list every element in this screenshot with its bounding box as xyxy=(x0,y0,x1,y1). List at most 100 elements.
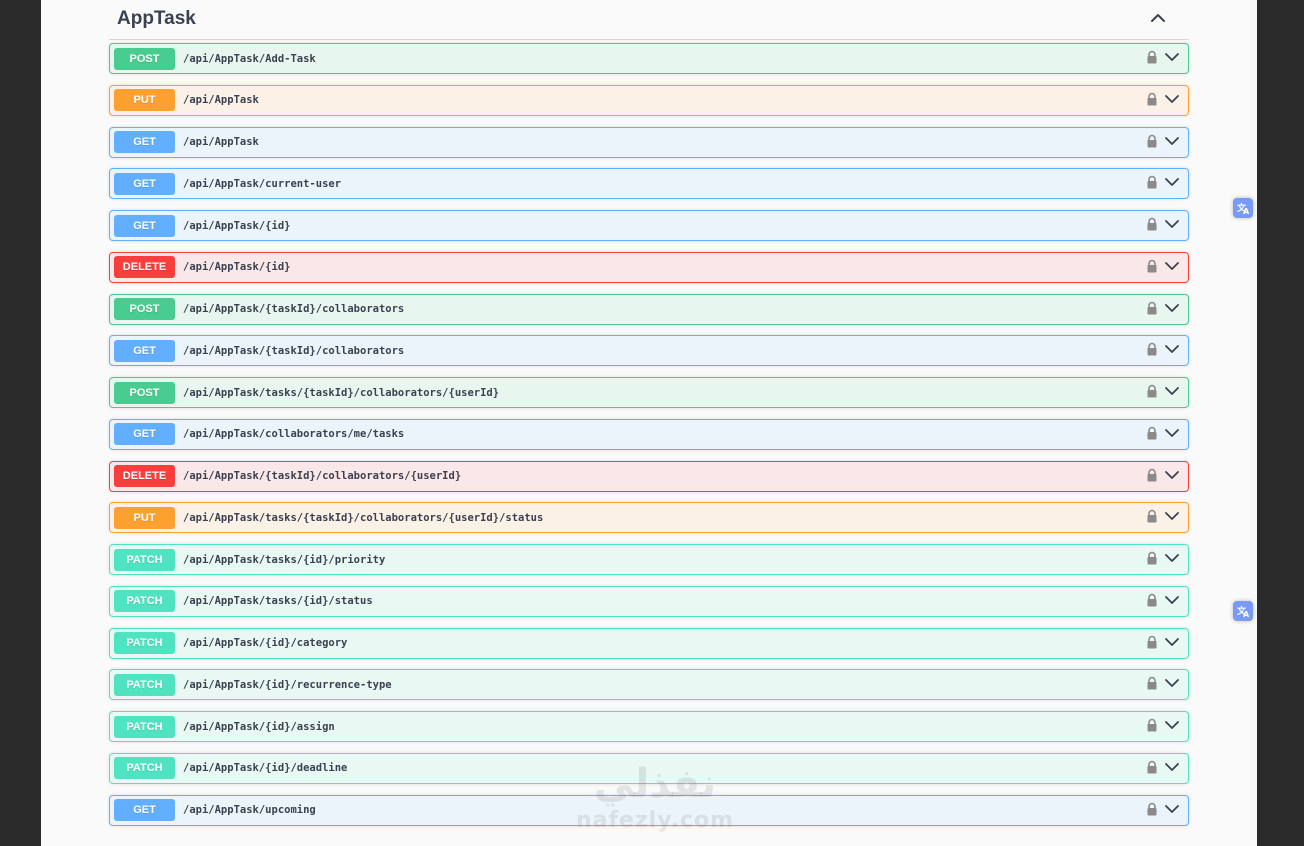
chevron-down-icon[interactable] xyxy=(1164,636,1180,648)
chevron-down-icon[interactable] xyxy=(1164,135,1180,147)
operation-row-4[interactable]: GET/api/AppTask/{id} xyxy=(109,210,1189,241)
translate-icon[interactable]: 文 A xyxy=(1233,601,1253,621)
chevron-down-icon[interactable] xyxy=(1164,260,1180,272)
chevron-down-icon[interactable] xyxy=(1164,343,1180,355)
operation-path: /api/AppTask/{id}/category xyxy=(183,637,348,649)
operation-controls xyxy=(1146,384,1180,398)
operation-controls xyxy=(1146,676,1180,690)
method-badge: PUT xyxy=(114,89,175,112)
operation-path: /api/AppTask/tasks/{id}/status xyxy=(183,595,373,608)
lock-icon[interactable] xyxy=(1146,426,1158,440)
method-badge: POST xyxy=(114,298,175,320)
operation-controls xyxy=(1146,802,1180,816)
operation-path: /api/AppTask/tasks/{id}/priority xyxy=(183,553,386,566)
operation-row-5[interactable]: DELETE/api/AppTask/{id} xyxy=(109,251,1189,283)
chevron-down-icon[interactable] xyxy=(1164,51,1180,63)
chevron-down-icon[interactable] xyxy=(1164,510,1180,522)
method-badge: GET xyxy=(114,214,175,237)
lock-icon[interactable] xyxy=(1146,802,1158,816)
chevron-down-icon[interactable] xyxy=(1164,761,1180,773)
chevron-down-icon[interactable] xyxy=(1164,719,1180,731)
lock-icon[interactable] xyxy=(1146,593,1158,607)
operation-row-7[interactable]: GET/api/AppTask/{taskId}/collaborators xyxy=(109,335,1189,367)
operation-controls xyxy=(1146,760,1180,774)
operation-controls xyxy=(1146,718,1180,732)
method-badge: PATCH xyxy=(114,673,175,696)
lock-icon[interactable] xyxy=(1146,175,1158,189)
chevron-down-icon[interactable] xyxy=(1164,594,1180,606)
lock-icon[interactable] xyxy=(1146,134,1158,148)
operation-controls xyxy=(1146,593,1180,607)
method-badge: PATCH xyxy=(114,632,175,654)
lock-icon[interactable] xyxy=(1146,551,1158,565)
operations-list: POST/api/AppTask/Add-Task PUT/api/AppTask… xyxy=(109,43,1189,836)
chevron-down-icon[interactable] xyxy=(1164,552,1180,564)
operation-row-0[interactable]: POST/api/AppTask/Add-Task xyxy=(109,43,1189,74)
operation-row-15[interactable]: PATCH/api/AppTask/{id}/recurrence-type xyxy=(109,669,1189,701)
operation-row-18[interactable]: GET/api/AppTask/upcoming xyxy=(109,794,1189,826)
operation-row-17[interactable]: PATCH/api/AppTask/{id}/deadline xyxy=(109,752,1189,784)
chevron-down-icon[interactable] xyxy=(1164,427,1180,439)
operation-controls xyxy=(1146,217,1180,231)
method-badge: POST xyxy=(114,381,175,404)
operation-path: /api/AppTask/current-user xyxy=(183,177,342,190)
method-badge: DELETE xyxy=(114,256,175,279)
operation-controls xyxy=(1146,134,1180,148)
lock-icon[interactable] xyxy=(1146,718,1158,732)
operation-controls xyxy=(1146,509,1180,523)
operation-controls xyxy=(1146,426,1180,440)
operation-controls xyxy=(1146,301,1180,315)
lock-icon[interactable] xyxy=(1146,384,1158,398)
chevron-down-icon[interactable] xyxy=(1164,302,1180,314)
operation-path: /api/AppTask/{id}/recurrence-type xyxy=(183,678,392,691)
method-badge: PATCH xyxy=(114,757,175,780)
chevron-up-icon[interactable] xyxy=(1149,11,1167,25)
lock-icon[interactable] xyxy=(1146,50,1158,64)
chevron-down-icon[interactable] xyxy=(1164,93,1180,105)
operation-path: /api/AppTask/upcoming xyxy=(183,804,316,816)
lock-icon[interactable] xyxy=(1146,760,1158,774)
method-badge: GET xyxy=(114,131,175,153)
chevron-down-icon[interactable] xyxy=(1164,218,1180,230)
lock-icon[interactable] xyxy=(1146,342,1158,356)
operation-row-11[interactable]: PUT/api/AppTask/tasks/{taskId}/collabora… xyxy=(109,502,1189,534)
operation-row-10[interactable]: DELETE/api/AppTask/{taskId}/collaborator… xyxy=(109,460,1189,492)
lock-icon[interactable] xyxy=(1146,259,1158,273)
operation-row-6[interactable]: POST/api/AppTask/{taskId}/collaborators xyxy=(109,293,1189,325)
method-badge: PATCH xyxy=(114,548,175,571)
operation-row-2[interactable]: GET/api/AppTask xyxy=(109,126,1189,158)
lock-icon[interactable] xyxy=(1146,509,1158,523)
operation-row-16[interactable]: PATCH/api/AppTask/{id}/assign xyxy=(109,711,1189,742)
operation-path: /api/AppTask/{id} xyxy=(183,219,291,232)
lock-icon[interactable] xyxy=(1146,217,1158,231)
lock-icon[interactable] xyxy=(1146,468,1158,482)
operation-controls xyxy=(1146,342,1180,356)
operation-row-12[interactable]: PATCH/api/AppTask/tasks/{id}/priority xyxy=(109,544,1189,575)
lock-icon[interactable] xyxy=(1146,676,1158,690)
chevron-down-icon[interactable] xyxy=(1164,469,1180,481)
operation-row-3[interactable]: GET/api/AppTask/current-user xyxy=(109,168,1189,200)
chevron-down-icon[interactable] xyxy=(1164,677,1180,689)
lock-icon[interactable] xyxy=(1146,301,1158,315)
operation-row-14[interactable]: PATCH/api/AppTask/{id}/category xyxy=(109,627,1189,659)
operation-path: /api/AppTask/{taskId}/collaborators xyxy=(183,344,405,357)
operation-row-1[interactable]: PUT/api/AppTask xyxy=(109,84,1189,116)
translate-icon[interactable]: 文 A xyxy=(1233,198,1253,218)
operation-controls xyxy=(1146,175,1180,189)
operation-path: /api/AppTask/collaborators/me/tasks xyxy=(183,428,405,441)
operation-row-9[interactable]: GET/api/AppTask/collaborators/me/tasks xyxy=(109,418,1189,450)
lock-icon[interactable] xyxy=(1146,635,1158,649)
chevron-down-icon[interactable] xyxy=(1164,803,1180,815)
method-badge: PATCH xyxy=(114,715,175,738)
operation-row-8[interactable]: POST/api/AppTask/tasks/{taskId}/collabor… xyxy=(109,377,1189,408)
operation-controls xyxy=(1146,50,1180,64)
section-header-apptask[interactable]: AppTask xyxy=(109,0,1189,40)
operation-path: /api/AppTask xyxy=(183,136,259,148)
chevron-down-icon[interactable] xyxy=(1164,385,1180,397)
operation-path: /api/AppTask/tasks/{taskId}/collaborator… xyxy=(183,386,500,399)
operation-row-13[interactable]: PATCH/api/AppTask/tasks/{id}/status xyxy=(109,585,1189,617)
lock-icon[interactable] xyxy=(1146,92,1158,106)
chevron-down-icon[interactable] xyxy=(1164,176,1180,188)
operation-path: /api/AppTask/{taskId}/collaborators/{use… xyxy=(183,470,462,482)
operation-path: /api/AppTask xyxy=(183,94,259,107)
